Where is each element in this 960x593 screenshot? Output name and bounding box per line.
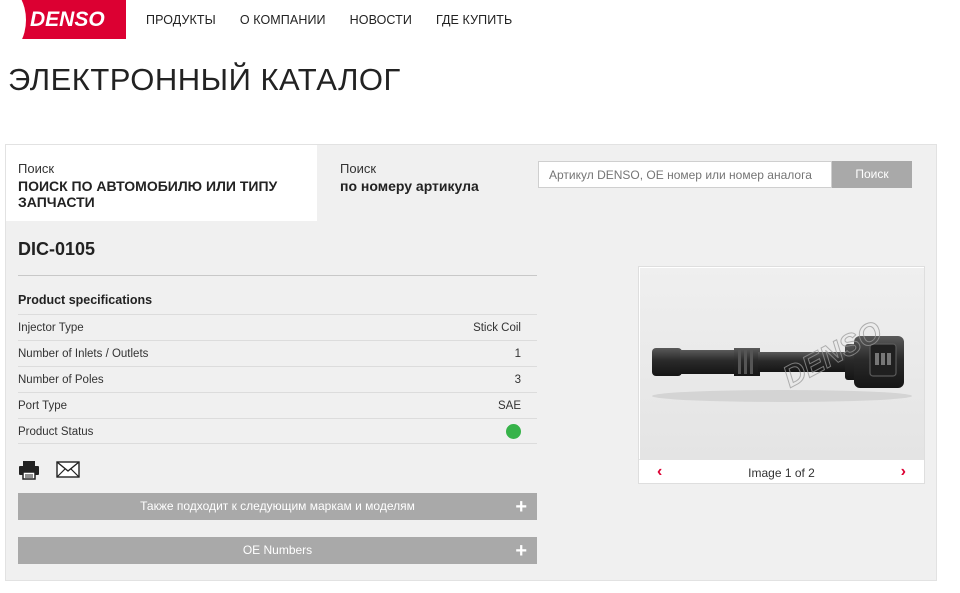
print-icon[interactable]	[18, 460, 42, 480]
spec-value: Stick Coil	[473, 322, 521, 334]
spec-value: 3	[514, 374, 521, 386]
nav-item-products[interactable]: ПРОДУКТЫ	[146, 13, 216, 27]
spec-label: Port Type	[18, 400, 68, 412]
table-row: Number of Poles 3	[18, 366, 537, 392]
denso-logo[interactable]: DENSO	[0, 0, 126, 39]
logo-swoosh	[0, 0, 26, 39]
email-icon[interactable]	[56, 460, 80, 480]
table-row: Number of Inlets / Outlets 1	[18, 340, 537, 366]
catalog-panel: Поиск ПОИСК ПО АВТОМОБИЛЮ ИЛИ ТИПУ ЗАПЧА…	[5, 144, 937, 581]
plus-icon: +	[515, 540, 527, 562]
status-active-dot	[506, 424, 521, 439]
main-nav: ПРОДУКТЫ О КОМПАНИИ НОВОСТИ ГДЕ КУПИТЬ	[146, 13, 536, 27]
logo-text: DENSO	[30, 8, 105, 31]
spec-label: Injector Type	[18, 322, 84, 334]
product-image-viewer: DENSO ‹ Image 1 of 2 ›	[638, 266, 925, 484]
article-search-input[interactable]	[538, 161, 832, 188]
image-pager: ‹ Image 1 of 2 ›	[639, 459, 924, 484]
nav-item-about[interactable]: О КОМПАНИИ	[240, 13, 326, 27]
tab-search-by-article[interactable]: Поиск по номеру артикула	[340, 161, 479, 194]
tab-small-label: Поиск	[18, 161, 55, 176]
table-row: Product Status	[18, 418, 537, 444]
image-counter: Image 1 of 2	[748, 466, 815, 480]
tab-big-label: ПОИСК ПО АВТОМОБИЛЮ ИЛИ ТИПУ ЗАПЧАСТИ	[18, 178, 278, 210]
plus-icon: +	[515, 496, 527, 518]
page-title: ЭЛЕКТРОННЫЙ КАТАЛОГ	[8, 62, 401, 97]
spec-title: Product specifications	[18, 293, 153, 307]
spec-label: Product Status	[18, 426, 94, 438]
spec-value: 1	[514, 348, 521, 360]
spec-label: Number of Poles	[18, 374, 104, 386]
table-row: Injector Type Stick Coil	[18, 314, 537, 340]
spec-table: Injector Type Stick Coil Number of Inlet…	[18, 314, 537, 444]
tab-search-by-vehicle[interactable]: Поиск ПОИСК ПО АВТОМОБИЛЮ ИЛИ ТИПУ ЗАПЧА…	[6, 145, 317, 221]
next-image-arrow-icon[interactable]: ›	[901, 463, 906, 481]
product-photo[interactable]: DENSO	[640, 268, 924, 459]
compatible-vehicles-accordion[interactable]: Также подходит к следующим маркам и моде…	[18, 493, 537, 520]
search-button[interactable]: Поиск	[832, 161, 912, 188]
part-number: DIC-0105	[18, 239, 96, 259]
spec-label: Number of Inlets / Outlets	[18, 348, 149, 360]
spec-value: SAE	[497, 400, 521, 412]
accordion-label: Также подходит к следующим маркам и моде…	[140, 499, 415, 513]
table-row: Port Type SAE	[18, 392, 537, 418]
divider	[18, 275, 537, 276]
action-icons	[18, 460, 80, 480]
tab-big-label: по номеру артикула	[340, 178, 479, 194]
nav-item-news[interactable]: НОВОСТИ	[350, 13, 412, 27]
accordion-label: OE Numbers	[242, 543, 313, 557]
tab-small-label: Поиск	[340, 161, 377, 176]
nav-item-where-to-buy[interactable]: ГДЕ КУПИТЬ	[436, 13, 512, 27]
oe-numbers-accordion[interactable]: OE Numbers +	[18, 537, 537, 564]
